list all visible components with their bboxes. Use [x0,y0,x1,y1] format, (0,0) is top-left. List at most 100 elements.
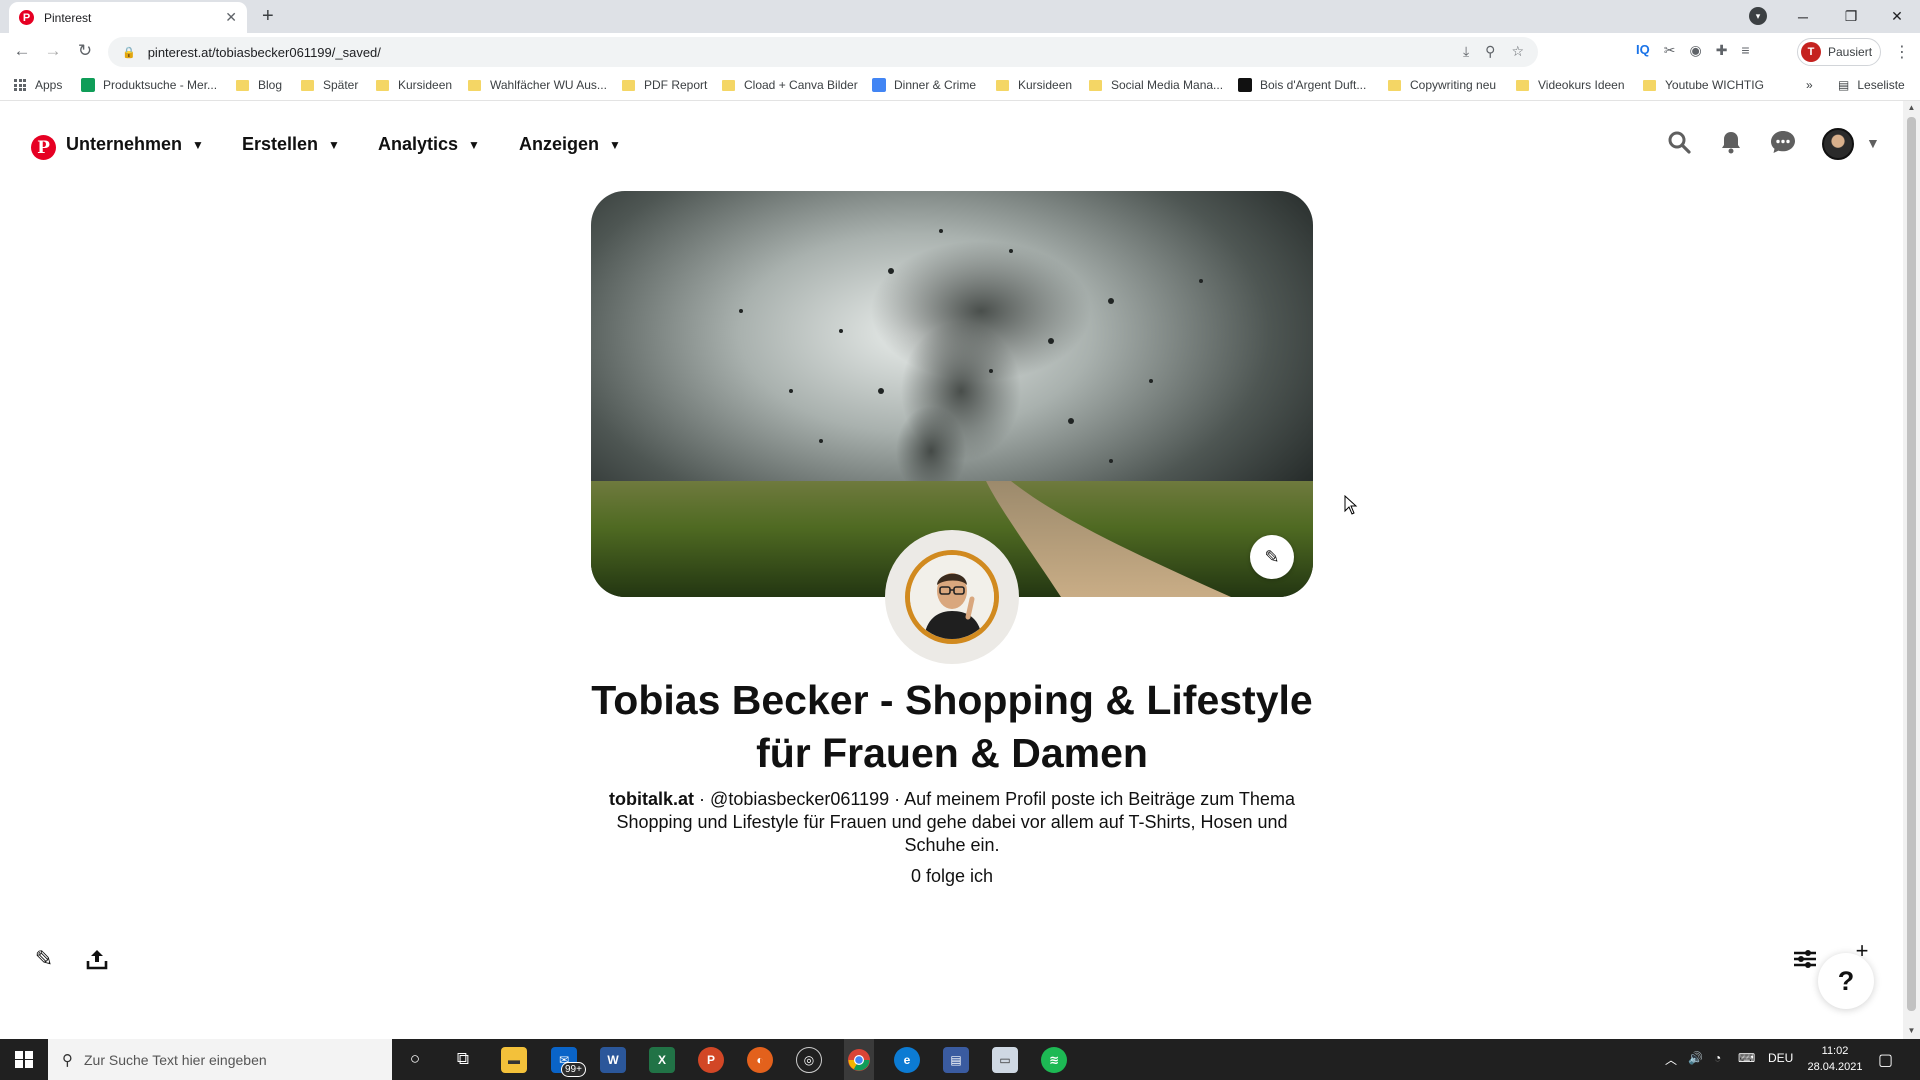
nav-anzeigen[interactable]: Anzeigen ▼ [519,134,621,155]
volume-icon[interactable]: 🔊 [1688,1051,1703,1065]
notification-center-icon[interactable]: ▢ [1878,1050,1893,1070]
bookmark-folder[interactable]: Youtube WICHTIG [1643,78,1764,92]
iq-extension-icon[interactable]: IQ [1636,42,1650,59]
account-chevron-down-icon[interactable]: ▼ [1866,135,1880,151]
excel-icon[interactable]: X [649,1047,675,1073]
following-count[interactable]: 0 folge ich [760,866,1144,887]
notepad-icon[interactable]: ▭ [992,1047,1018,1073]
app-icon[interactable]: ▤ [943,1047,969,1073]
bookmark-folder[interactable]: Später [301,78,358,92]
search-icon[interactable] [1662,130,1696,160]
browser-menu-icon[interactable]: ⋮ [1894,42,1910,62]
back-arrow-icon[interactable]: ← [10,41,34,61]
powerpoint-icon[interactable]: P [698,1047,724,1073]
bookmark-folder[interactable]: Social Media Mana... [1089,78,1223,92]
browser-tab[interactable]: P Pinterest ✕ [9,2,247,33]
folder-icon [301,79,314,91]
pinterest-header: P Unternehmen ▼ Erstellen ▼ Analytics ▼ Anz… [0,101,1900,191]
mouse-cursor-icon [1344,495,1358,515]
extension-icon[interactable]: ✂ [1664,42,1676,59]
bookmark-folder[interactable]: Cload + Canva Bilder [722,78,858,92]
install-app-icon[interactable]: ⤓ [1463,43,1469,60]
search-icon: ⚲ [62,1051,73,1069]
filter-sliders-icon[interactable] [1789,943,1821,975]
messages-icon[interactable] [1766,130,1800,160]
keyboard-icon[interactable]: ⌨ [1738,1051,1755,1065]
forward-arrow-icon[interactable]: → [41,41,65,61]
cortana-circle-icon[interactable]: ○ [402,1049,428,1069]
bookmark-folder[interactable]: Copywriting neu [1388,78,1496,92]
windows-start-button[interactable] [0,1039,48,1080]
bookmark-item[interactable]: Produktsuche - Mer... [81,78,217,92]
tab-close-icon[interactable]: ✕ [225,9,237,26]
pinterest-logo-icon[interactable]: P [31,135,56,160]
help-button[interactable]: ? [1818,953,1874,1009]
close-window-button[interactable]: ✕ [1874,0,1920,33]
file-explorer-icon[interactable]: ▬ [501,1047,527,1073]
bookmark-folder[interactable]: Videokurs Ideen [1516,78,1625,92]
profile-avatar[interactable] [885,530,1019,664]
puzzle-extensions-icon[interactable]: ✚ [1716,42,1728,59]
spotify-icon[interactable]: ≋ [1041,1047,1067,1073]
app-icon[interactable]: ◐ [747,1047,773,1073]
minimize-button[interactable]: ─ [1780,0,1826,33]
obs-icon[interactable]: ◎ [796,1047,822,1073]
reload-icon[interactable]: ↻ [73,41,97,61]
profile-website-link[interactable]: tobitalk.at [609,789,694,809]
word-icon[interactable]: W [600,1047,626,1073]
bookmark-folder[interactable]: PDF Report [622,78,707,92]
address-bar[interactable]: 🔒 pinterest.at/tobiasbecker061199/_saved… [108,37,1538,67]
extensions-area: IQ ✂ ◉ ✚ ≡ [1636,42,1750,59]
bookmark-item[interactable]: Dinner & Crime [872,78,976,92]
browser-tab-strip: P Pinterest ✕ + ▾ ─ ❐ ✕ [0,0,1920,33]
bookmark-star-icon[interactable]: ☆ [1511,43,1524,60]
bookmarks-overflow-button[interactable]: » [1806,78,1813,92]
scroll-down-arrow-icon[interactable]: ▼ [1903,1026,1920,1035]
user-avatar[interactable] [1822,128,1854,160]
nav-erstellen[interactable]: Erstellen ▼ [242,134,340,155]
tray-overflow-icon[interactable]: ︿ [1665,1051,1677,1068]
folder-icon [996,79,1009,91]
maximize-button[interactable]: ❐ [1828,0,1874,33]
tab-search-icon[interactable]: ▾ [1749,7,1767,25]
adblock-extension-icon[interactable]: ◉ [1689,42,1701,59]
bookmark-item[interactable]: Bois d'Argent Duft... [1238,78,1366,92]
scroll-thumb[interactable] [1907,117,1916,1011]
taskbar-search-box[interactable]: ⚲ Zur Suche Text hier eingeben [48,1039,392,1080]
nav-analytics[interactable]: Analytics ▼ [378,134,480,155]
edit-profile-pencil-icon[interactable]: ✎ [28,943,60,975]
bookmark-folder[interactable]: Kursideen [376,78,452,92]
edge-icon[interactable]: e [894,1047,920,1073]
folder-icon [376,79,389,91]
scroll-up-arrow-icon[interactable]: ▲ [1903,103,1920,112]
url-text: pinterest.at/tobiasbecker061199/_saved/ [147,44,381,60]
chrome-taskbar-button[interactable] [844,1039,874,1080]
chevron-down-icon: ▼ [468,137,480,152]
bookmark-apps[interactable]: Apps [14,78,62,92]
bookmark-folder[interactable]: Wahlfächer WU Aus... [468,78,607,92]
zoom-icon[interactable]: ⚲ [1485,43,1495,60]
edit-cover-pencil-icon[interactable]: ✎ [1250,535,1294,579]
clock-date: 28.04.2021 [1807,1061,1863,1073]
browser-profile-button[interactable]: T Pausiert [1797,38,1881,66]
profile-about: tobitalk.at · @tobiasbecker061199 · Auf … [590,788,1314,857]
bookmark-folder[interactable]: Blog [236,78,282,92]
notifications-bell-icon[interactable] [1714,130,1748,160]
bookmark-site-icon [81,78,95,92]
bookmark-site-icon [1238,78,1252,92]
nav-unternehmen[interactable]: Unternehmen ▼ [66,134,204,155]
clock-time: 11:02 [1821,1045,1849,1057]
mail-badge: 99+ [561,1062,586,1077]
bookmark-folder[interactable]: Kursideen [996,78,1072,92]
new-tab-button[interactable]: + [262,5,274,28]
share-upload-icon[interactable] [81,943,113,975]
language-indicator[interactable]: DEU [1768,1051,1793,1065]
task-view-icon[interactable]: ⧉ [450,1049,476,1069]
lock-icon: 🔒 [122,46,136,59]
network-icon[interactable]: ◔ [1714,1051,1721,1065]
taskbar-clock[interactable]: 11:02 28.04.2021 [1800,1043,1870,1075]
reading-queue-icon[interactable]: ≡ [1741,42,1749,59]
reading-list-button[interactable]: ▤ Leseliste [1838,78,1905,92]
profile-photo [905,550,999,644]
page-scrollbar[interactable]: ▲ ▼ [1903,101,1920,1039]
